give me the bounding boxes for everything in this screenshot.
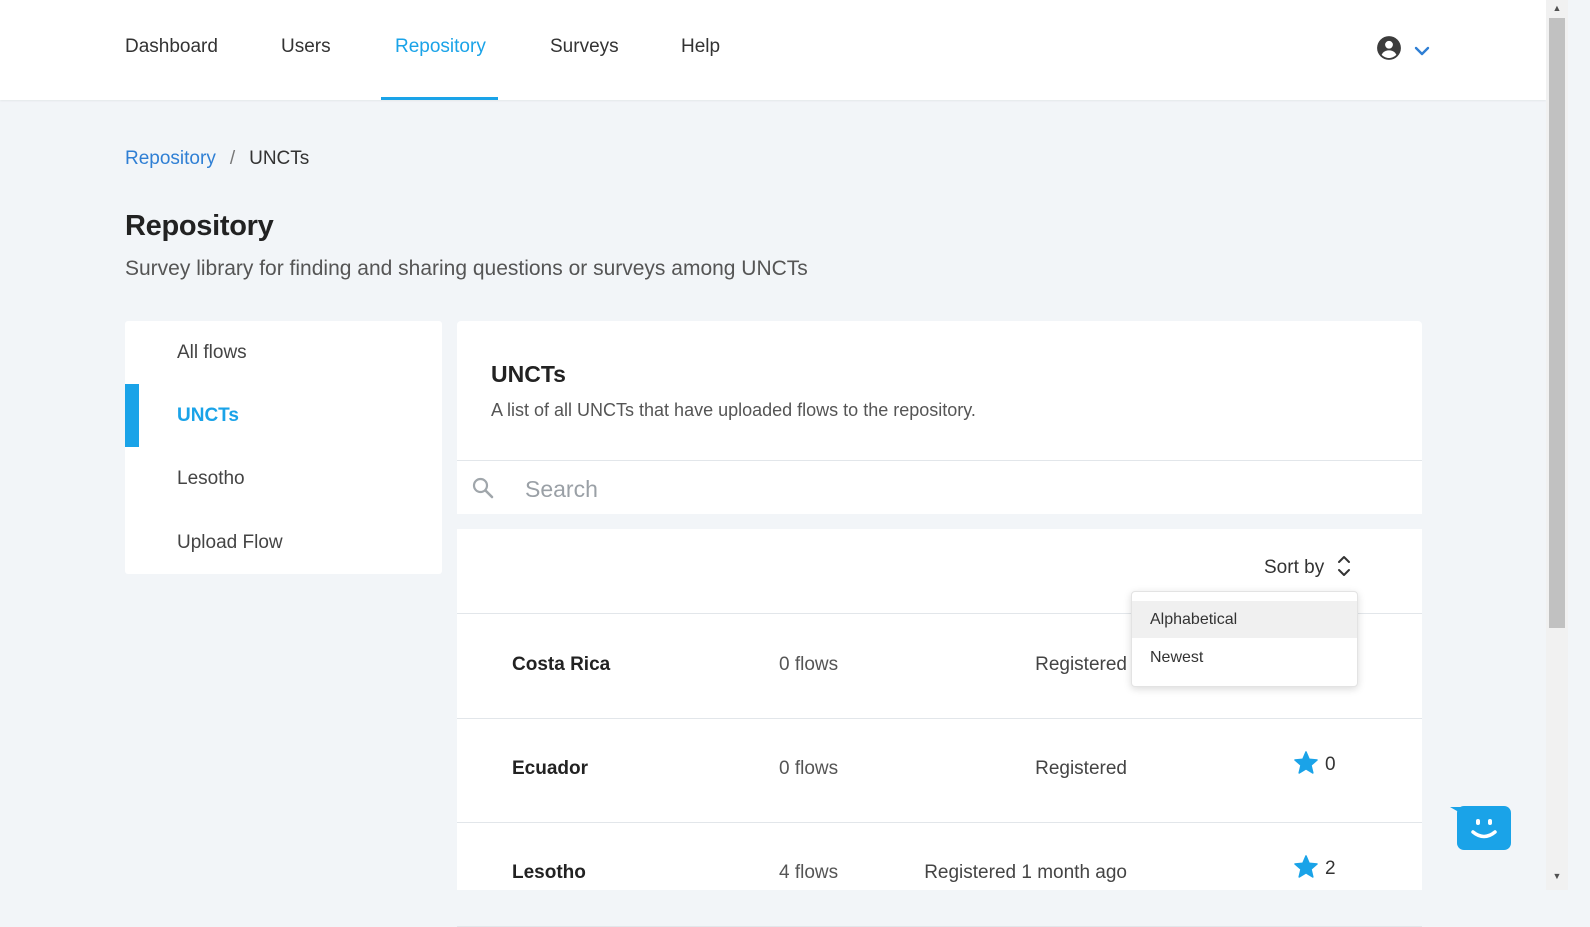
search-input[interactable] <box>523 469 1387 509</box>
page-title: Repository <box>125 210 274 242</box>
top-nav: Dashboard Users Repository Surveys Help <box>0 0 1546 100</box>
nav-users[interactable]: Users <box>281 0 331 100</box>
chat-widget-button[interactable] <box>1450 805 1512 851</box>
page-scrollbar[interactable]: ▲ ▼ <box>1546 0 1568 890</box>
side-item-uncts[interactable]: UNCTs <box>125 384 442 447</box>
account-menu[interactable] <box>1376 35 1436 63</box>
breadcrumb-current: UNCTs <box>249 148 310 169</box>
star-count[interactable]: 0 <box>1293 751 1336 776</box>
account-circle-icon <box>1377 36 1401 60</box>
chevron-down-icon <box>1414 46 1430 56</box>
sort-icon <box>1338 555 1351 576</box>
registration-status: Registered <box>1035 758 1127 779</box>
sort-by-label: Sort by <box>1264 557 1325 578</box>
breadcrumb-repository-link[interactable]: Repository <box>125 148 216 169</box>
flow-count: 0 flows <box>779 758 839 779</box>
flow-count: 4 flows <box>779 862 839 883</box>
star-icon <box>1294 751 1318 774</box>
star-count[interactable]: 2 <box>1293 855 1336 880</box>
chat-bot-icon <box>1450 806 1511 850</box>
scroll-up-arrow-icon[interactable]: ▲ <box>1546 0 1568 16</box>
uncts-list: Sort by Costa Rica 0 flows Registered Ec… <box>457 529 1422 927</box>
flow-count: 0 flows <box>779 654 839 675</box>
search-bar <box>457 460 1422 515</box>
uncts-panel-header: UNCTs A list of all UNCTs that have uplo… <box>457 321 1422 514</box>
unct-name[interactable]: Lesotho <box>512 862 586 884</box>
scroll-down-arrow-icon[interactable]: ▼ <box>1546 868 1568 884</box>
sort-option-newest[interactable]: Newest <box>1132 639 1357 676</box>
search-icon <box>472 477 494 499</box>
nav-dashboard[interactable]: Dashboard <box>125 0 218 100</box>
panel-description: A list of all UNCTs that have uploaded f… <box>491 400 976 420</box>
side-item-lesotho[interactable]: Lesotho <box>125 447 442 510</box>
panel-title: UNCTs <box>491 361 566 387</box>
sort-by-button[interactable]: Sort by <box>1264 555 1351 579</box>
registration-status: Registered 1 month ago <box>924 862 1127 883</box>
nav-help[interactable]: Help <box>681 0 720 100</box>
unct-name[interactable]: Costa Rica <box>512 654 610 676</box>
table-row[interactable]: Ecuador 0 flows Registered 0 <box>457 718 1422 823</box>
star-icon <box>1294 855 1318 878</box>
side-item-all-flows[interactable]: All flows <box>125 321 442 384</box>
sort-option-alphabetical[interactable]: Alphabetical <box>1132 601 1357 638</box>
page-subtitle: Survey library for finding and sharing q… <box>125 257 808 280</box>
side-item-upload-flow[interactable]: Upload Flow <box>125 511 442 574</box>
breadcrumb: Repository / UNCTs <box>125 148 309 170</box>
breadcrumb-separator: / <box>229 148 236 169</box>
nav-repository[interactable]: Repository <box>381 0 498 100</box>
star-count-value: 2 <box>1325 858 1336 880</box>
nav-surveys[interactable]: Surveys <box>550 0 619 100</box>
scroll-thumb[interactable] <box>1549 18 1565 628</box>
star-count-value: 0 <box>1325 754 1336 776</box>
registration-status: Registered <box>1035 654 1127 675</box>
sort-dropdown: Alphabetical Newest <box>1131 591 1358 687</box>
table-row[interactable]: Lesotho 4 flows Registered 1 month ago 2 <box>457 822 1422 927</box>
unct-name[interactable]: Ecuador <box>512 758 588 780</box>
side-menu: All flows UNCTs Lesotho Upload Flow <box>125 321 442 574</box>
